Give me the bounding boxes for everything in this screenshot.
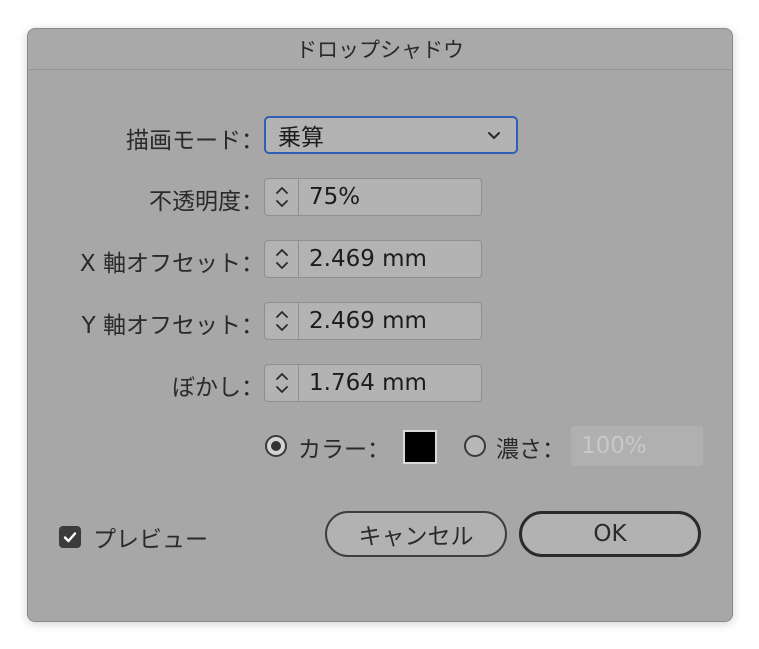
blur-stepper[interactable] [265,365,299,401]
blend-mode-label: 描画モード： [126,128,264,154]
blur-input[interactable]: 1.764 mm [299,365,481,401]
density-radio[interactable] [464,435,486,457]
drop-shadow-dialog: ドロップシャドウ 描画モード： 乗算 不透明度： 75% X 軸オフセット： 2… [27,28,733,622]
x-offset-stepper[interactable] [265,241,299,277]
blur-label: ぼかし： [172,375,264,401]
x-offset-field: 2.469 mm [264,240,482,278]
x-offset-label: X 軸オフセット： [79,251,264,277]
chevron-down-icon [486,126,504,144]
dialog-title: ドロップシャドウ [28,29,732,70]
blur-field: 1.764 mm [264,364,482,402]
x-offset-input[interactable]: 2.469 mm [299,241,481,277]
preview-checkbox[interactable] [59,526,81,548]
ok-button[interactable]: OK [519,511,701,557]
color-radio[interactable] [265,435,287,457]
y-offset-input[interactable]: 2.469 mm [299,303,481,339]
opacity-label: 不透明度： [149,189,264,215]
blend-mode-select[interactable]: 乗算 [264,116,518,154]
y-offset-label: Y 軸オフセット： [81,313,264,339]
up-down-arrows-icon [275,187,288,207]
color-label: カラー： [298,437,390,463]
density-input: 100% [571,426,703,466]
up-down-arrows-icon [275,373,288,393]
cancel-button[interactable]: キャンセル [325,511,507,557]
checkmark-icon [63,532,77,543]
y-offset-stepper[interactable] [265,303,299,339]
opacity-stepper[interactable] [265,179,299,215]
blend-mode-value: 乗算 [278,125,324,151]
y-offset-field: 2.469 mm [264,302,482,340]
opacity-field: 75% [264,178,482,216]
shadow-color-swatch[interactable] [403,430,437,464]
up-down-arrows-icon [275,311,288,331]
up-down-arrows-icon [275,249,288,269]
density-label: 濃さ： [496,437,565,463]
preview-label: プレビュー [93,527,208,553]
opacity-input[interactable]: 75% [299,179,481,215]
